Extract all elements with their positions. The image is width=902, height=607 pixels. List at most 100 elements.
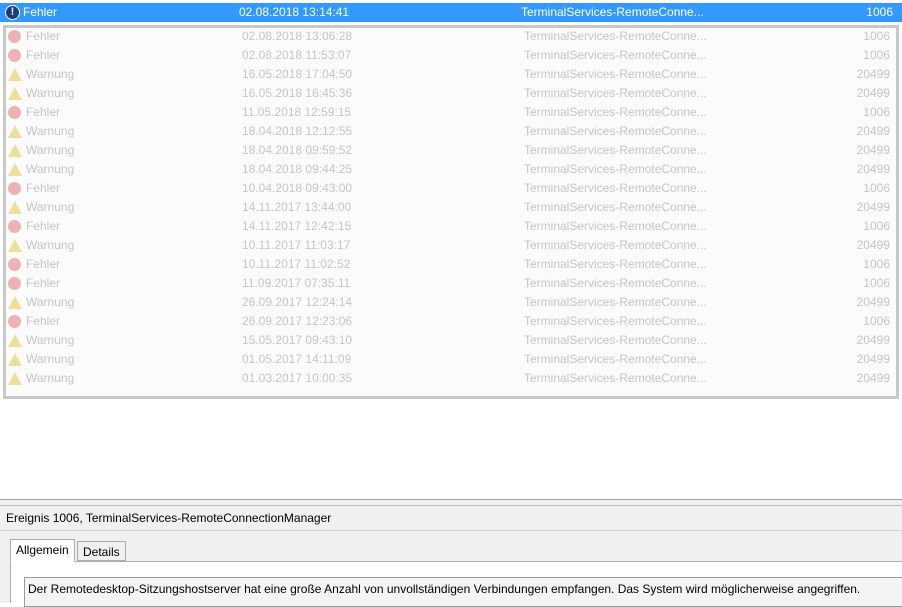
event-level: Fehler (26, 219, 61, 233)
event-id: 1006 (863, 29, 890, 43)
event-level: Warnung (26, 162, 75, 176)
warning-icon (8, 353, 22, 366)
event-row-selected[interactable]: ! Fehler 02.08.2018 13:14:41 TerminalSer… (0, 3, 902, 22)
event-row[interactable]: Fehler 02.08.2018 11:53:07 TerminalService… (6, 46, 896, 65)
event-id: 20499 (856, 295, 890, 309)
event-date: 15.05.2017 09:43:10 (242, 333, 353, 347)
tab-details[interactable]: Details (77, 541, 126, 561)
event-source: TerminalServices-RemoteConne... (524, 48, 707, 62)
event-id: 1006 (863, 276, 890, 290)
tab-general[interactable]: Allgemein (10, 539, 75, 562)
event-id: 20499 (856, 333, 890, 347)
error-icon (8, 277, 21, 290)
event-row[interactable]: Warnung 01.03.2017 10:00:35 TerminalServic… (6, 369, 896, 388)
event-source: TerminalServices-RemoteConne... (521, 5, 704, 19)
event-level: Warnung (26, 333, 75, 347)
event-date: 18.04.2018 09:59:52 (242, 143, 353, 157)
event-source: TerminalServices-RemoteConne... (524, 124, 707, 138)
event-level: Warnung (26, 295, 75, 309)
event-source: TerminalServices-RemoteConne... (524, 143, 707, 157)
event-level: Warnung (26, 238, 75, 252)
event-id: 20499 (856, 238, 890, 252)
event-id: 20499 (856, 352, 890, 366)
event-source: TerminalServices-RemoteConne... (524, 181, 707, 195)
event-date: 14.11.2017 13:44:00 (242, 200, 352, 214)
event-level: Warnung (26, 371, 75, 385)
event-level: Fehler (26, 276, 61, 290)
event-date: 16.05.2018 17:04:50 (242, 67, 353, 81)
event-row[interactable]: Fehler 10.11.2017 11:02:52 TerminalService… (6, 255, 896, 274)
event-row[interactable]: Warnung 18.04.2018 09:44:25 TerminalServic… (6, 160, 896, 179)
event-id: 1006 (863, 219, 890, 233)
event-row[interactable]: Warnung 10.11.2017 11:03:17 TerminalServic… (6, 236, 896, 255)
event-id: 1006 (863, 181, 890, 195)
event-level: Fehler (26, 105, 61, 119)
error-icon (8, 315, 21, 328)
warning-icon (8, 372, 22, 385)
event-level: Fehler (26, 181, 61, 195)
event-row[interactable]: Fehler 26.09.2017 12:23:06 TerminalService… (6, 312, 896, 331)
event-date: 01.05.2017 14:11:09 (242, 352, 352, 366)
event-source: TerminalServices-RemoteConne... (524, 352, 707, 366)
event-id: 1006 (863, 48, 890, 62)
event-row[interactable]: Fehler 11.05.2018 12:59:15 TerminalService… (6, 103, 896, 122)
warning-icon (8, 201, 22, 214)
event-row[interactable]: Warnung 16.05.2018 17:04:50 TerminalServic… (6, 65, 896, 84)
event-row[interactable]: Fehler 14.11.2017 12:42:15 TerminalService… (6, 217, 896, 236)
event-date: 02.08.2018 13:06:28 (242, 29, 353, 43)
error-icon (8, 30, 21, 43)
event-source: TerminalServices-RemoteConne... (524, 29, 707, 43)
event-level: Warnung (26, 67, 75, 81)
warning-icon (8, 163, 22, 176)
tab-body: Der Remotedesktop-Sitzungshostserver hat… (10, 561, 902, 607)
event-source: TerminalServices-RemoteConne... (524, 219, 707, 233)
event-row[interactable]: Fehler 02.08.2018 13:06:28 TerminalService… (6, 28, 896, 46)
event-row[interactable]: Warnung 14.11.2017 13:44:00 TerminalServic… (6, 198, 896, 217)
event-row[interactable]: Fehler 10.04.2018 09:43:00 TerminalService… (6, 179, 896, 198)
event-level: Fehler (26, 48, 61, 62)
event-list[interactable]: ! Fehler 02.08.2018 13:14:41 TerminalSer… (0, 0, 902, 500)
event-id: 20499 (856, 124, 890, 138)
event-date: 10.04.2018 09:43:00 (242, 181, 353, 195)
event-source: TerminalServices-RemoteConne... (524, 333, 707, 347)
event-source: TerminalServices-RemoteConne... (524, 371, 707, 385)
event-date: 11.09.2017 07:35:11 (242, 276, 351, 290)
event-row[interactable]: Warnung 18.04.2018 12:12:55 TerminalServic… (6, 122, 896, 141)
event-source: TerminalServices-RemoteConne... (524, 314, 707, 328)
warning-icon (8, 125, 22, 138)
event-details-pane: Ereignis 1006, TerminalServices-RemoteCo… (0, 506, 902, 607)
warning-icon (8, 144, 22, 157)
error-icon (8, 182, 21, 195)
event-date: 10.11.2017 11:03:17 (242, 238, 351, 252)
warning-icon (8, 296, 22, 309)
faded-event-rows: Fehler 02.08.2018 13:06:28 TerminalService… (3, 25, 899, 399)
event-date: 18.04.2018 12:12:55 (242, 124, 353, 138)
event-source: TerminalServices-RemoteConne... (524, 257, 707, 271)
event-row[interactable]: Warnung 16.05.2018 16:45:36 TerminalServic… (6, 84, 896, 103)
event-date: 02.08.2018 13:14:41 (239, 5, 350, 19)
event-date: 01.03.2017 10:00:35 (242, 371, 353, 385)
event-id: 1006 (863, 314, 890, 328)
event-row[interactable]: Fehler 11.09.2017 07:35:11 TerminalService… (6, 274, 896, 293)
event-level: Warnung (26, 124, 75, 138)
event-date: 14.11.2017 12:42:15 (242, 219, 352, 233)
event-source: TerminalServices-RemoteConne... (524, 162, 707, 176)
event-row[interactable]: Warnung 01.05.2017 14:11:09 TerminalServic… (6, 350, 896, 369)
event-date: 10.11.2017 11:02:52 (242, 257, 351, 271)
event-level: Warnung (26, 352, 75, 366)
event-source: TerminalServices-RemoteConne... (524, 295, 707, 309)
event-row[interactable]: Warnung 15.05.2017 09:43:10 TerminalServic… (6, 331, 896, 350)
event-level: Fehler (26, 257, 61, 271)
event-level: Warnung (26, 86, 75, 100)
event-id: 20499 (856, 86, 890, 100)
event-date: 16.05.2018 16:45:36 (242, 86, 353, 100)
event-date: 02.08.2018 11:53:07 (242, 48, 352, 62)
event-id: 1006 (863, 257, 890, 271)
event-row[interactable]: Warnung 18.04.2018 09:59:52 TerminalServic… (6, 141, 896, 160)
event-row[interactable]: Warnung 26.09.2017 12:24:14 TerminalServic… (6, 293, 896, 312)
error-icon: ! (5, 5, 20, 20)
warning-icon (8, 334, 22, 347)
event-source: TerminalServices-RemoteConne... (524, 238, 707, 252)
warning-icon (8, 87, 22, 100)
event-level: Fehler (26, 29, 61, 43)
